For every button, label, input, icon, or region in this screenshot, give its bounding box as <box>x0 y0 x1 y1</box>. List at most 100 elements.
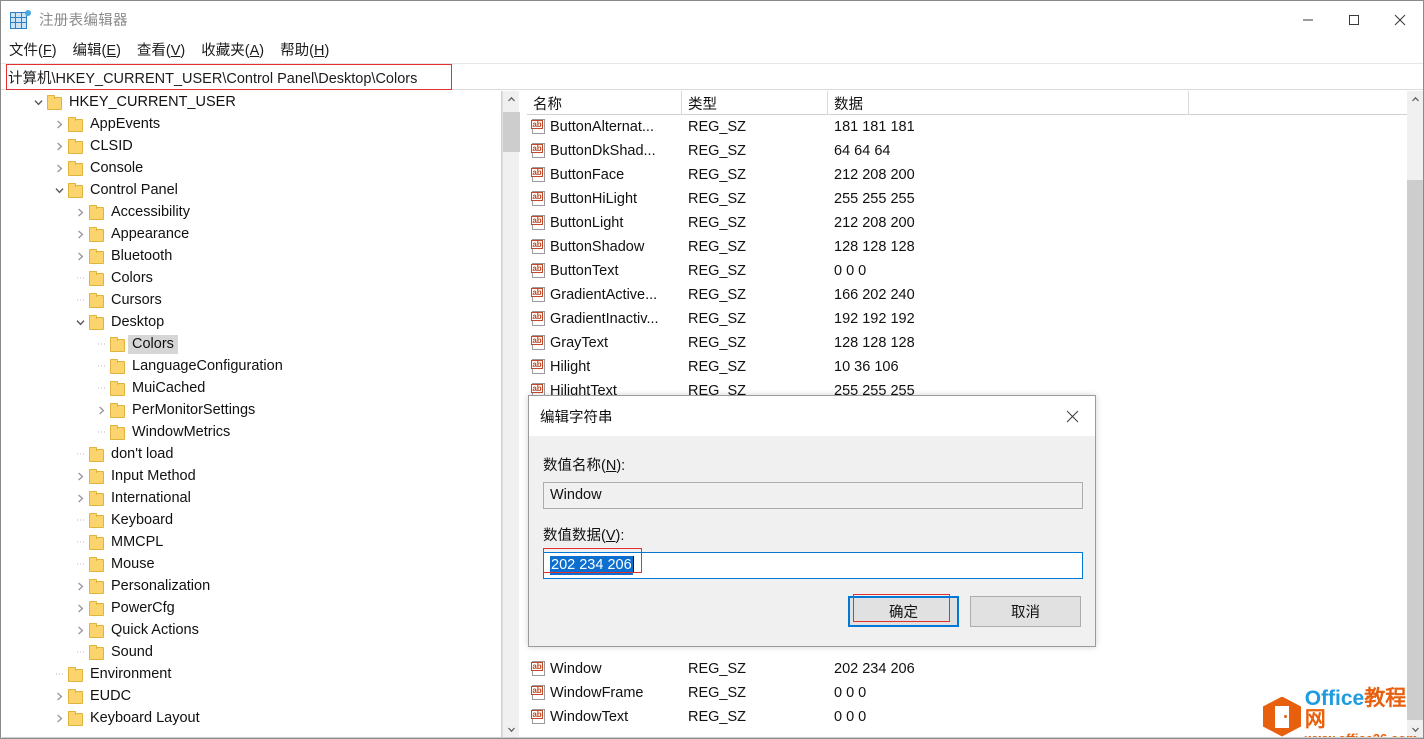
list-scroll-up-button[interactable] <box>1407 91 1423 108</box>
chevron-right-icon[interactable] <box>72 487 88 509</box>
folder-icon <box>88 314 104 330</box>
tree-node-clsid[interactable]: CLSID <box>2 135 488 157</box>
tree-node-appearance[interactable]: Appearance <box>2 223 488 245</box>
chevron-right-icon[interactable] <box>93 399 109 421</box>
menu-file[interactable]: 文件(F) <box>1 40 65 62</box>
tree-node-desktop[interactable]: Desktop <box>2 311 488 333</box>
tree-node-bluetooth[interactable]: Bluetooth <box>2 245 488 267</box>
cell-type: REG_SZ <box>688 311 747 327</box>
chevron-right-icon[interactable] <box>72 245 88 267</box>
tree-node-eudc[interactable]: EUDC <box>2 685 488 707</box>
tree-node-keyboard[interactable]: Keyboard <box>2 509 488 531</box>
tree-leaf-connector <box>72 289 88 311</box>
chevron-right-icon[interactable] <box>72 223 88 245</box>
address-bar[interactable]: 计算机\HKEY_CURRENT_USER\Control Panel\Desk… <box>1 65 1423 90</box>
chevron-right-icon[interactable] <box>51 157 67 179</box>
menu-view[interactable]: 查看(V) <box>129 40 193 62</box>
column-header-name[interactable]: 名称 <box>527 91 682 115</box>
folder-icon <box>88 446 104 462</box>
menu-favorites[interactable]: 收藏夹(A) <box>193 40 272 62</box>
cancel-button[interactable]: 取消 <box>970 596 1081 627</box>
table-row[interactable]: ab ButtonLight REG_SZ 212 208 200 <box>527 211 1408 235</box>
tree-node-keyboard-layout[interactable]: Keyboard Layout <box>2 707 488 729</box>
tree-node-colors[interactable]: Colors <box>2 267 488 289</box>
tree-node-appevents[interactable]: AppEvents <box>2 113 488 135</box>
table-row[interactable]: ab ButtonAlternat... REG_SZ 181 181 181 <box>527 115 1408 139</box>
list-scroll-track[interactable] <box>1407 108 1423 721</box>
dialog-close-button[interactable] <box>1050 396 1095 437</box>
chevron-right-icon[interactable] <box>72 575 88 597</box>
tree-scroll-track[interactable] <box>502 108 520 721</box>
chevron-right-icon[interactable] <box>72 597 88 619</box>
chevron-right-icon[interactable] <box>72 465 88 487</box>
menu-favorites-accel: A <box>249 43 260 59</box>
tree-node-languageconfiguration[interactable]: LanguageConfiguration <box>2 355 488 377</box>
tree-node-input-method[interactable]: Input Method <box>2 465 488 487</box>
maximize-button[interactable] <box>1331 1 1377 38</box>
close-button[interactable] <box>1377 1 1423 38</box>
chevron-down-icon[interactable] <box>30 91 46 113</box>
tree-node-mouse[interactable]: Mouse <box>2 553 488 575</box>
tree-node-windowmetrics[interactable]: WindowMetrics <box>2 421 488 443</box>
column-header-data[interactable]: 数据 <box>828 91 1189 115</box>
tree-node-quick-actions[interactable]: Quick Actions <box>2 619 488 641</box>
value-name-label: 数值名称(N): <box>543 458 626 474</box>
table-row[interactable]: ab GradientInactiv... REG_SZ 192 192 192 <box>527 307 1408 331</box>
table-row[interactable]: ab Hilight REG_SZ 10 36 106 <box>527 355 1408 379</box>
table-row[interactable]: ab ButtonShadow REG_SZ 128 128 128 <box>527 235 1408 259</box>
tree-node-personalization[interactable]: Personalization <box>2 575 488 597</box>
menu-edit[interactable]: 编辑(E) <box>65 40 129 62</box>
tree-node-colors[interactable]: Colors <box>2 333 488 355</box>
menu-help[interactable]: 帮助(H) <box>272 40 337 62</box>
registry-tree-pane[interactable]: HKEY_CURRENT_USER AppEvents CLSID Console Co… <box>2 91 502 738</box>
cell-data: 0 0 0 <box>834 709 867 725</box>
table-row[interactable]: ab WindowFrame REG_SZ 0 0 0 <box>527 681 1408 705</box>
window-controls <box>1285 1 1423 38</box>
tree-scrollbar[interactable] <box>502 91 520 738</box>
chevron-right-icon[interactable] <box>51 685 67 707</box>
tree-node-mmcpl[interactable]: MMCPL <box>2 531 488 553</box>
tree-node-cursors[interactable]: Cursors <box>2 289 488 311</box>
tree-scroll-down-button[interactable] <box>503 721 520 738</box>
list-scroll-down-button[interactable] <box>1407 721 1423 738</box>
table-row[interactable]: ab ButtonText REG_SZ 0 0 0 <box>527 259 1408 283</box>
ok-button[interactable]: 确定 <box>848 596 959 627</box>
tree-node-permonitorsettings[interactable]: PerMonitorSettings <box>2 399 488 421</box>
tree-node-accessibility[interactable]: Accessibility <box>2 201 488 223</box>
tree-node-sound[interactable]: Sound <box>2 641 488 663</box>
minimize-button[interactable] <box>1285 1 1331 38</box>
chevron-right-icon[interactable] <box>51 707 67 729</box>
table-row[interactable]: ab GrayText REG_SZ 128 128 128 <box>527 331 1408 355</box>
table-row[interactable]: ab ButtonHiLight REG_SZ 255 255 255 <box>527 187 1408 211</box>
list-scrollbar[interactable] <box>1407 91 1423 738</box>
chevron-right-icon[interactable] <box>72 201 88 223</box>
value-data-input[interactable]: 202 234 206 <box>543 552 1083 579</box>
string-value-icon: ab <box>531 143 547 159</box>
tree-leaf-connector <box>72 641 88 663</box>
column-header-type[interactable]: 类型 <box>682 91 828 115</box>
tree-node-control-panel[interactable]: Control Panel <box>2 179 488 201</box>
tree-node-international[interactable]: International <box>2 487 488 509</box>
tree-node-muicached[interactable]: MuiCached <box>2 377 488 399</box>
table-row[interactable]: ab GradientActive... REG_SZ 166 202 240 <box>527 283 1408 307</box>
chevron-down-icon[interactable] <box>51 179 67 201</box>
string-value-icon: ab <box>531 215 547 231</box>
chevron-down-icon[interactable] <box>72 311 88 333</box>
list-scroll-thumb[interactable] <box>1407 180 1423 720</box>
tree-scroll-thumb[interactable] <box>502 112 520 152</box>
value-name: GradientInactiv... <box>550 311 659 327</box>
tree-node-hkey-current-user[interactable]: HKEY_CURRENT_USER <box>2 91 488 113</box>
tree-node-environment[interactable]: Environment <box>2 663 488 685</box>
table-row[interactable]: ab Window REG_SZ 202 234 206 <box>527 657 1408 681</box>
tree-node-don-t-load[interactable]: don't load <box>2 443 488 465</box>
table-row[interactable]: ab ButtonFace REG_SZ 212 208 200 <box>527 163 1408 187</box>
chevron-right-icon[interactable] <box>51 113 67 135</box>
tree-node-console[interactable]: Console <box>2 157 488 179</box>
value-name-input: Window <box>543 482 1083 509</box>
tree-node-powercfg[interactable]: PowerCfg <box>2 597 488 619</box>
table-row[interactable]: ab WindowText REG_SZ 0 0 0 <box>527 705 1408 729</box>
chevron-right-icon[interactable] <box>51 135 67 157</box>
table-row[interactable]: ab ButtonDkShad... REG_SZ 64 64 64 <box>527 139 1408 163</box>
chevron-right-icon[interactable] <box>72 619 88 641</box>
tree-scroll-up-button[interactable] <box>503 91 520 108</box>
